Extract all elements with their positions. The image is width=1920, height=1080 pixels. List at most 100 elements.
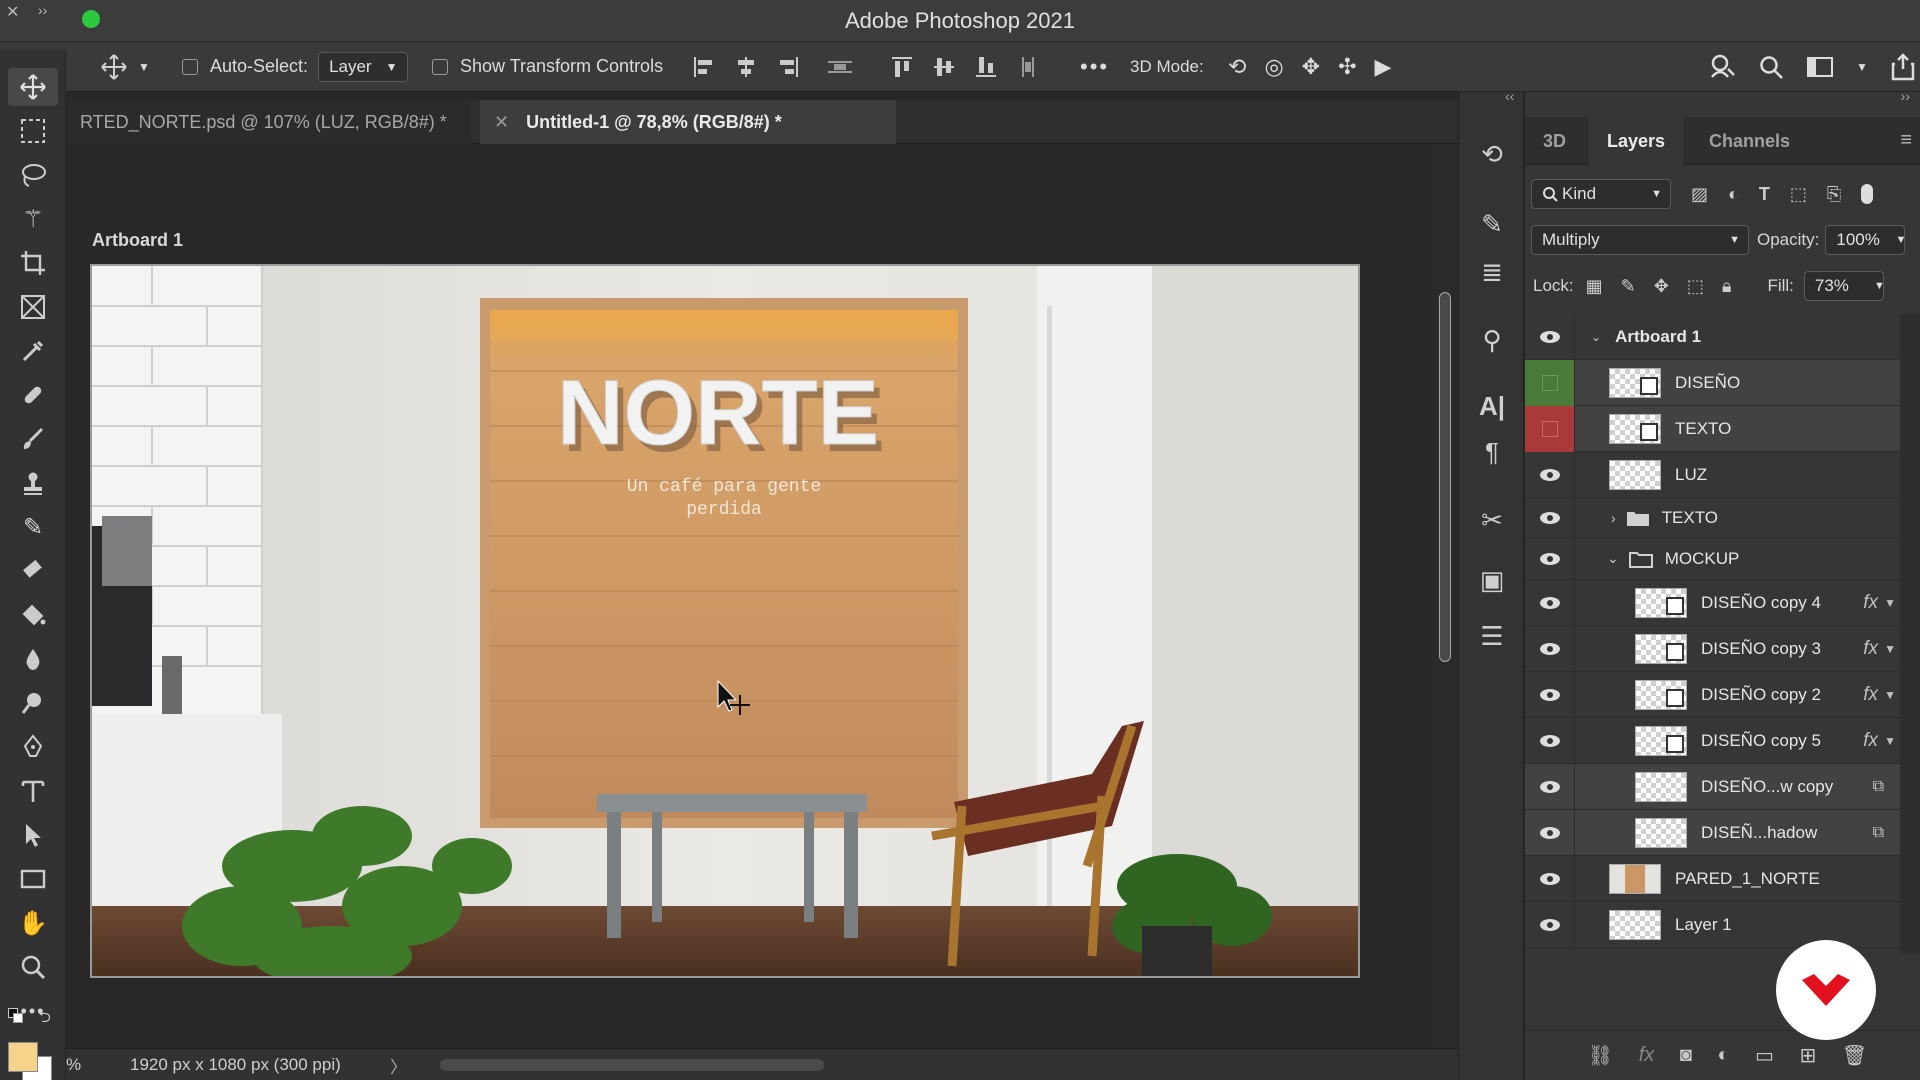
chevron-down-icon[interactable]: ▼ [1884, 734, 1896, 748]
healing-brush-tool[interactable] [8, 376, 58, 414]
default-colors-icon[interactable] [8, 1008, 24, 1024]
frame-tool[interactable] [8, 288, 58, 326]
add-style-icon[interactable]: fx [1639, 1044, 1655, 1067]
share-icon[interactable] [1890, 52, 1916, 81]
artboard[interactable]: NORTE NORTE Un café para gente perdida [90, 264, 1360, 978]
close-icon[interactable]: ✕ [494, 112, 509, 132]
link-layers-icon[interactable]: ⛓ [1588, 1043, 1613, 1068]
blur-tool[interactable] [8, 640, 58, 678]
brushes-panel-icon[interactable]: ✎ [1472, 204, 1512, 244]
hand-tool[interactable]: ✋ [8, 904, 58, 942]
visibility-eye-icon[interactable] [1525, 717, 1575, 764]
tab-channels[interactable]: Channels [1691, 117, 1808, 165]
layer-row[interactable]: DISEÑO [1525, 359, 1900, 406]
align-top-icon[interactable] [890, 55, 914, 79]
history-panel-icon[interactable]: ⟲ [1472, 134, 1512, 174]
layer-row[interactable]: DISEÑO...w copy ⧉ [1525, 763, 1900, 810]
image-filter-icon[interactable]: ▨ [1691, 184, 1708, 205]
visibility-eye-icon[interactable] [1525, 497, 1575, 538]
paint-bucket-tool[interactable] [8, 596, 58, 634]
layer-row[interactable]: DISEÑO copy 3 fx ▼ [1525, 625, 1900, 672]
layer-row[interactable]: TEXTO [1525, 405, 1900, 452]
layer-row[interactable]: DISEÑO copy 2 fx ▼ [1525, 671, 1900, 718]
scrollbar-thumb[interactable] [1439, 292, 1451, 662]
pen-tool[interactable] [8, 728, 58, 766]
smart-object-filter-icon[interactable]: ⎘ [1827, 184, 1841, 205]
layer-color-tag[interactable] [1525, 359, 1575, 406]
3d-roll-icon[interactable]: ◎ [1264, 54, 1283, 80]
distribute-vertical-icon[interactable] [1016, 55, 1040, 79]
tab-norte-psd[interactable]: RTED_NORTE.psd @ 107% (LUZ, RGB/8#) * [66, 100, 470, 144]
history-brush-tool[interactable]: ✎ [8, 508, 58, 546]
vertical-scrollbar[interactable] [1432, 144, 1458, 1048]
clone-source-icon[interactable]: ⚲ [1472, 320, 1512, 360]
auto-select-checkbox[interactable] [182, 58, 198, 75]
character-panel-icon[interactable]: A| [1472, 386, 1512, 426]
type-tool[interactable] [8, 772, 58, 810]
auto-select-dropdown[interactable]: Layer ▼ [318, 51, 409, 82]
type-filter-icon[interactable]: T [1759, 184, 1770, 205]
zoom-tool[interactable] [8, 948, 58, 986]
distribute-horizontal-icon[interactable] [826, 55, 854, 79]
lock-pixels-icon[interactable]: ✎ [1621, 276, 1636, 297]
opacity-input[interactable]: 100% ▼ [1825, 225, 1906, 255]
tab-untitled-1[interactable]: ✕ Untitled-1 @ 78,8% (RGB/8#) * [480, 100, 896, 144]
layer-row[interactable]: PARED_1_NORTE [1525, 855, 1900, 902]
rectangle-tool[interactable] [8, 860, 58, 898]
layer-group-row[interactable]: ⌄ MOCKUP [1525, 537, 1900, 580]
brush-settings-icon[interactable]: ≣ [1472, 252, 1512, 292]
show-transform-checkbox[interactable] [432, 58, 448, 75]
tab-layers[interactable]: Layers [1589, 117, 1684, 165]
layer-color-tag[interactable] [1525, 405, 1575, 452]
collapse-icon[interactable]: ‹‹ [1505, 88, 1514, 104]
3d-slide-icon[interactable]: ✣ [1338, 54, 1356, 80]
lock-artboard-icon[interactable]: ⬚ [1687, 276, 1704, 297]
blend-mode-select[interactable]: Multiply ▼ [1531, 225, 1749, 255]
visibility-eye-icon[interactable] [1525, 763, 1575, 810]
chevron-down-icon[interactable]: ▼ [1856, 60, 1868, 74]
workspace-icon[interactable] [1806, 55, 1834, 79]
expand-icon[interactable]: ›› [1901, 88, 1910, 104]
lock-all-icon[interactable]: 🔒︎ [1722, 276, 1732, 297]
adjustments-panel-icon[interactable]: ☰ [1472, 616, 1512, 656]
layer-row[interactable]: LUZ [1525, 451, 1900, 498]
magic-wand-tool[interactable]: ⚚ [8, 200, 58, 238]
move-tool-preset[interactable]: ▼ [100, 53, 150, 81]
align-bottom-icon[interactable] [974, 55, 998, 79]
layer-row[interactable]: DISEÑO copy 5 fx ▼ [1525, 717, 1900, 764]
dodge-tool[interactable] [8, 684, 58, 722]
align-center-icon[interactable] [734, 55, 758, 79]
swap-colors-icon[interactable]: ⮌ [38, 1006, 51, 1033]
visibility-eye-icon[interactable] [1525, 451, 1575, 498]
path-selection-tool[interactable] [8, 816, 58, 854]
search-icon[interactable] [1758, 54, 1784, 80]
align-right-icon[interactable] [776, 55, 800, 79]
filter-toggle[interactable] [1861, 184, 1874, 204]
shape-filter-icon[interactable]: ⬚ [1790, 184, 1807, 205]
chevron-right-icon[interactable]: › [1611, 510, 1616, 526]
tools-panel-icon[interactable]: ✂ [1472, 500, 1512, 540]
chevron-down-icon[interactable]: ▼ [1884, 642, 1896, 656]
visibility-eye-icon[interactable] [1525, 855, 1575, 902]
tab-3d[interactable]: 3D [1525, 117, 1584, 165]
chevron-down-icon[interactable]: ▼ [1884, 688, 1896, 702]
artboard-label[interactable]: Artboard 1 [92, 230, 183, 251]
lock-transparent-icon[interactable]: ▦ [1586, 276, 1603, 297]
marquee-tool[interactable] [8, 112, 58, 150]
layer-effects-icon[interactable]: fx [1863, 730, 1878, 752]
brush-tool[interactable] [8, 420, 58, 458]
layer-effects-icon[interactable]: fx [1863, 592, 1878, 614]
fill-input[interactable]: 73% ▼ [1803, 271, 1885, 301]
foreground-color-swatch[interactable] [8, 1042, 38, 1072]
visibility-eye-icon[interactable] [1525, 579, 1575, 626]
align-left-icon[interactable] [692, 55, 716, 79]
more-options-icon[interactable]: ••• [1080, 54, 1109, 80]
layer-row[interactable]: Layer 1 [1525, 901, 1900, 948]
delete-layer-icon[interactable]: 🗑︎ [1842, 1043, 1867, 1068]
crop-tool[interactable] [8, 244, 58, 282]
visibility-eye-icon[interactable] [1525, 313, 1575, 360]
layer-effects-icon[interactable]: fx [1863, 684, 1878, 706]
chevron-down-icon[interactable]: ⌄ [1591, 330, 1601, 344]
horizontal-scrollbar[interactable] [440, 1059, 824, 1071]
add-mask-icon[interactable]: ◙ [1680, 1044, 1692, 1067]
